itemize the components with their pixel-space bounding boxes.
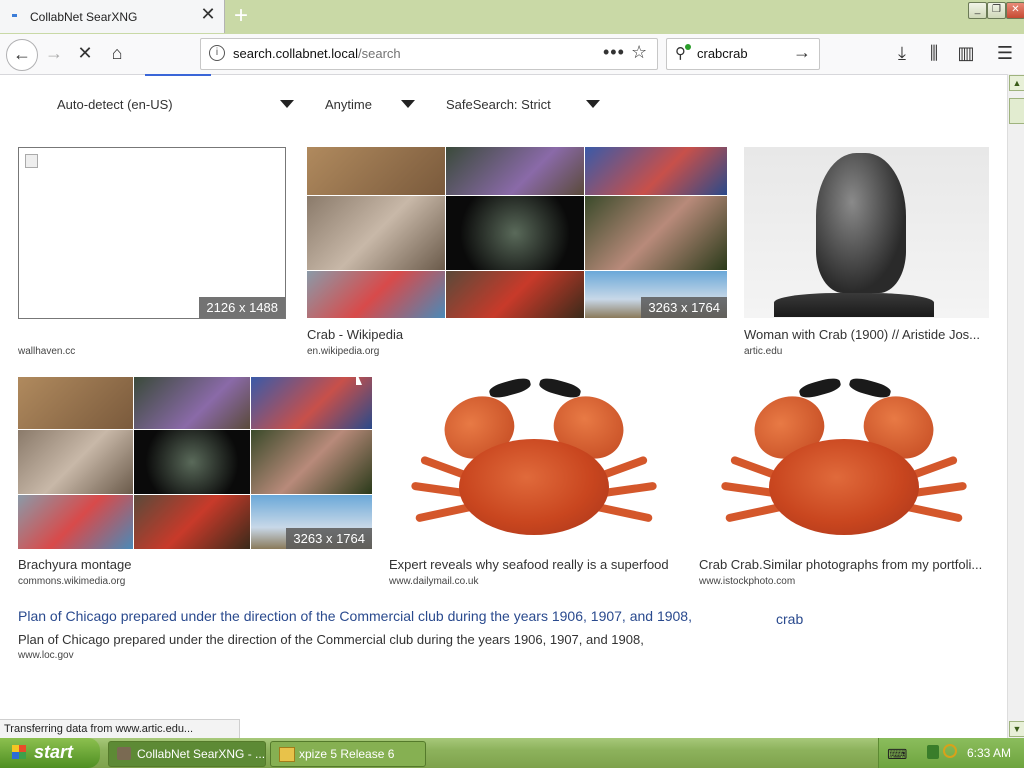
windows-logo-icon — [12, 745, 26, 759]
scrollbar-thumb[interactable] — [1009, 98, 1024, 124]
image-result-thumbnail[interactable]: 3263 x 1764 — [307, 147, 727, 318]
forward-button[interactable]: → — [40, 39, 68, 67]
status-text: Transferring data from www.artic.edu... — [0, 719, 240, 738]
image-result-thumbnail[interactable]: 2126 x 1488 — [18, 147, 286, 319]
result-snippet: Plan of Chicago prepared under the direc… — [18, 632, 644, 647]
search-tray-icon[interactable] — [943, 744, 957, 758]
image-result-thumbnail[interactable] — [699, 377, 989, 549]
time-range-dropdown-icon[interactable] — [401, 100, 415, 108]
home-button[interactable]: ⌂ — [103, 39, 131, 67]
search-engine-icon — [685, 44, 691, 50]
tab-active[interactable]: CollabNet SearXNG ✕ — [0, 0, 225, 33]
browser-search-bar[interactable]: ⚲ crabcrab → — [666, 38, 820, 70]
menu-icon[interactable]: ☰ — [991, 39, 1019, 67]
safesearch-dropdown-icon[interactable] — [586, 100, 600, 108]
result-source[interactable]: www.dailymail.co.uk — [389, 576, 478, 587]
url-bar[interactable]: i search.collabnet.local/search ••• ☆ — [200, 38, 658, 70]
image-result-thumbnail[interactable]: 3263 x 1764 — [18, 377, 372, 549]
favicon-icon — [12, 14, 17, 17]
folder-app-icon — [279, 747, 295, 762]
result-caption[interactable]: Crab - Wikipedia — [307, 327, 717, 342]
window-close-button[interactable]: ✕ — [1006, 2, 1024, 19]
url-text: search.collabnet.local/search — [233, 46, 401, 61]
result-caption[interactable]: Expert reveals why seafood really is a s… — [389, 557, 679, 572]
result-caption[interactable]: Brachyura montage — [18, 557, 358, 572]
keyboard-icon[interactable]: ⌨ — [887, 746, 907, 763]
result-source[interactable]: wallhaven.cc — [18, 346, 75, 357]
result-source[interactable]: en.wikipedia.org — [307, 346, 379, 357]
language-dropdown-icon[interactable] — [280, 100, 294, 108]
taskbar-item-label: CollabNet SearXNG - ... — [137, 747, 266, 761]
image-result-thumbnail[interactable] — [389, 377, 679, 549]
search-input[interactable]: crabcrab — [697, 46, 748, 61]
result-title-link[interactable]: Plan of Chicago prepared under the direc… — [18, 608, 692, 624]
system-tray: ⌨ 6:33 AM — [878, 738, 1024, 768]
back-button[interactable]: ← — [6, 39, 38, 71]
mouse-cursor-icon — [356, 371, 362, 385]
result-caption[interactable]: Crab Crab.Similar photographs from my po… — [699, 557, 987, 572]
scroll-down-icon[interactable]: ▼ — [1009, 721, 1024, 737]
image-dimensions: 3263 x 1764 — [286, 528, 372, 549]
new-tab-button[interactable]: + — [226, 3, 256, 31]
site-info-icon[interactable]: i — [209, 45, 225, 61]
taskbar-item-label: xpize 5 Release 6 — [299, 747, 395, 761]
result-source[interactable]: artic.edu — [744, 346, 782, 357]
image-dimensions: 3263 x 1764 — [641, 297, 727, 318]
vertical-scrollbar[interactable]: ▲ ▼ — [1007, 74, 1024, 738]
downloads-icon[interactable]: ⤓ — [888, 39, 916, 67]
start-label: start — [34, 742, 74, 762]
language-select[interactable]: Auto-detect (en-US) — [57, 97, 173, 112]
page-actions-icon[interactable]: ••• — [603, 42, 625, 63]
restore-button[interactable]: ❐ — [987, 2, 1006, 19]
taskbar-item-browser[interactable]: CollabNet SearXNG - ... — [108, 741, 266, 767]
taskbar-item-xpize[interactable]: xpize 5 Release 6 — [270, 741, 426, 767]
tab-close-icon[interactable]: ✕ — [198, 4, 218, 25]
scroll-up-icon[interactable]: ▲ — [1009, 75, 1024, 91]
result-caption[interactable]: Woman with Crab (1900) // Aristide Jos..… — [744, 327, 989, 342]
sidebar-icon[interactable]: ▥ — [952, 39, 980, 67]
search-go-icon[interactable]: → — [793, 42, 811, 63]
browser-app-icon — [117, 747, 131, 760]
result-source[interactable]: www.istockphoto.com — [699, 576, 795, 587]
result-source[interactable]: commons.wikimedia.org — [18, 576, 125, 587]
result-source[interactable]: www.loc.gov — [18, 650, 74, 661]
time-range-select[interactable]: Anytime — [325, 97, 372, 112]
clock: 6:33 AM — [967, 746, 1012, 760]
tab-title: CollabNet SearXNG — [30, 10, 138, 24]
library-icon[interactable]: ⫼ — [920, 39, 948, 67]
network-icon[interactable] — [927, 745, 939, 759]
safesearch-select[interactable]: SafeSearch: Strict — [446, 97, 551, 112]
bookmark-star-icon[interactable]: ☆ — [631, 42, 647, 63]
stop-button[interactable]: ✕ — [71, 39, 99, 67]
broken-image-icon — [25, 154, 38, 168]
results-page: Auto-detect (en-US) Anytime SafeSearch: … — [0, 77, 1006, 737]
start-button[interactable]: start — [0, 738, 100, 768]
image-dimensions: 2126 x 1488 — [199, 297, 285, 318]
image-result-thumbnail[interactable] — [744, 147, 989, 318]
minimize-button[interactable]: _ — [968, 2, 987, 19]
suggestion-link[interactable]: crab — [776, 611, 803, 627]
page-load-progress — [145, 74, 211, 76]
